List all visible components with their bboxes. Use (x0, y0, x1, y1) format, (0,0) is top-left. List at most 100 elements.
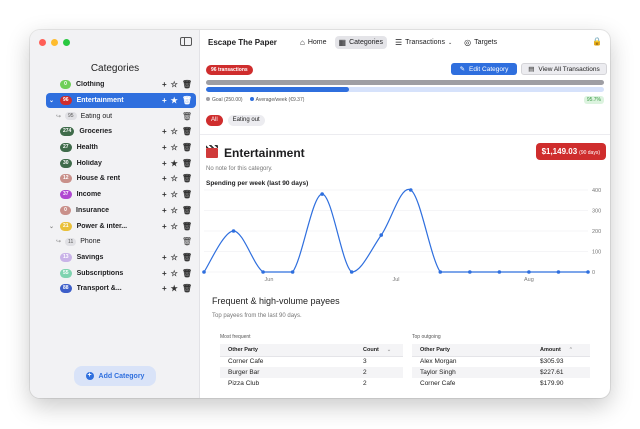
star-icon[interactable]: ☆ (171, 269, 178, 278)
star-icon[interactable]: ☆ (171, 143, 178, 152)
star-icon[interactable]: ☆ (171, 80, 178, 89)
category-item[interactable]: 0 Insurance + ☆ 🗑 (46, 203, 196, 219)
nav-home[interactable]: ⌂ Home (296, 36, 331, 49)
data-point[interactable] (438, 270, 443, 274)
column-header-party[interactable]: Other Party (412, 344, 532, 357)
category-item[interactable]: 37 Income + ☆ 🗑 (46, 187, 196, 203)
filter-chips: All Eating out (206, 115, 265, 126)
filter-chip[interactable]: Eating out (227, 115, 265, 126)
column-header-amount[interactable]: Amount ⌃ (532, 344, 590, 357)
nav-targets-label: Targets (474, 39, 498, 46)
filter-chip[interactable]: All (206, 115, 223, 126)
data-point[interactable] (290, 270, 295, 274)
edit-category-button[interactable]: ✎ Edit Category (451, 63, 517, 75)
data-point[interactable] (349, 270, 354, 274)
trash-icon[interactable]: 🗑 (182, 190, 192, 199)
category-item[interactable]: 55 Subscriptions + ☆ 🗑 (46, 265, 196, 281)
view-all-transactions-button[interactable]: ▤ View All Transactions (521, 63, 607, 75)
category-item[interactable]: 13 Savings + ☆ 🗑 (46, 250, 196, 266)
trash-icon[interactable]: 🗑 (182, 222, 192, 231)
trash-icon[interactable]: 🗑 (182, 96, 192, 105)
trash-icon[interactable]: 🗑 (182, 174, 192, 183)
star-filled-icon[interactable]: ★ (171, 284, 178, 293)
data-point[interactable] (261, 270, 265, 274)
star-icon[interactable]: ☆ (171, 174, 178, 183)
plus-icon[interactable]: + (162, 143, 167, 152)
trash-icon[interactable]: 🗑 (182, 80, 192, 89)
data-point[interactable] (231, 229, 236, 233)
trash-icon[interactable]: 🗑 (182, 284, 192, 293)
data-point[interactable] (556, 270, 561, 274)
plus-icon[interactable]: + (162, 159, 167, 168)
table-row[interactable]: Corner Cafe 3 (220, 356, 403, 367)
lock-icon[interactable]: 🔒 (592, 37, 602, 46)
star-icon[interactable]: ☆ (171, 222, 178, 231)
chevron-down-icon[interactable]: ⌄ (49, 97, 54, 104)
sidebar: Categories 0 Clothing + ☆ 🗑 ⌄ 96 Entertainment +… (30, 30, 200, 398)
data-point[interactable] (379, 233, 384, 237)
data-point[interactable] (408, 188, 413, 192)
data-point[interactable] (527, 270, 531, 274)
zoom-button[interactable] (63, 39, 70, 46)
category-item[interactable]: 274 Groceries + ☆ 🗑 (46, 124, 196, 140)
plus-icon[interactable]: + (162, 253, 167, 262)
table-row[interactable]: Corner Cafe $179.90 (412, 378, 590, 389)
subcategory-item[interactable]: ↪ 95 Eating out 🗑 (46, 108, 196, 124)
trash-icon[interactable]: 🗑 (182, 253, 192, 262)
plus-icon[interactable]: + (162, 206, 167, 215)
top-outgoing-section: Top outgoing Other Party Amount ⌃ Alex Mo… (412, 334, 590, 389)
table-cell: Pizza Club (228, 380, 260, 387)
data-point[interactable] (586, 270, 590, 274)
star-icon[interactable]: ☆ (171, 190, 178, 199)
trash-icon[interactable]: 🗑 (182, 159, 192, 168)
category-item[interactable]: 27 Health + ☆ 🗑 (46, 140, 196, 156)
plus-icon[interactable]: + (162, 269, 167, 278)
data-point[interactable] (202, 270, 206, 274)
table-row[interactable]: Pizza Club 2 (220, 378, 403, 389)
data-point[interactable] (497, 270, 502, 274)
percent-badge: 95.7% (583, 96, 604, 104)
chevron-down-icon[interactable]: ⌄ (49, 223, 54, 230)
table-row[interactable]: Alex Morgan $305.93 (412, 356, 590, 367)
data-point[interactable] (320, 192, 324, 196)
plus-icon[interactable]: + (162, 190, 167, 199)
sidebar-title: Categories (90, 63, 140, 74)
plus-icon[interactable]: + (162, 96, 167, 105)
plus-icon[interactable]: + (162, 174, 167, 183)
category-item[interactable]: 12 House & rent + ☆ 🗑 (46, 171, 196, 187)
sidebar-toggle-icon[interactable] (180, 37, 192, 46)
star-filled-icon[interactable]: ★ (171, 159, 178, 168)
category-item[interactable]: 30 Holiday + ★ 🗑 (46, 155, 196, 171)
trash-icon[interactable]: 🗑 (182, 269, 192, 278)
star-icon[interactable]: ☆ (171, 253, 178, 262)
trash-icon[interactable]: 🗑 (182, 143, 192, 152)
category-item[interactable]: ⌄ 96 Entertainment + ★ 🗑 (46, 92, 196, 109)
star-filled-icon[interactable]: ★ (171, 96, 178, 105)
category-item[interactable]: 0 Clothing + ☆ 🗑 (46, 77, 196, 93)
nav-categories[interactable]: ▦ Categories (334, 36, 387, 49)
trash-icon[interactable]: 🗑 (182, 237, 192, 246)
column-header-count[interactable]: Count ⌄ (355, 344, 403, 357)
plus-icon[interactable]: + (162, 80, 167, 89)
star-icon[interactable]: ☆ (171, 127, 178, 136)
table-row[interactable]: Burger Bar 2 (220, 367, 403, 378)
subcategory-item[interactable]: ↪ 11 Phone 🗑 (46, 234, 196, 250)
plus-icon[interactable]: + (162, 284, 167, 293)
nav-targets[interactable]: ◎ Targets (460, 36, 501, 49)
data-point[interactable] (468, 270, 472, 274)
transactions-count-badge[interactable]: 96 transactions (206, 65, 253, 75)
add-category-button[interactable]: + Add Category (74, 366, 156, 386)
plus-icon[interactable]: + (162, 222, 167, 231)
column-header-party[interactable]: Other Party (220, 344, 355, 357)
minimize-button[interactable] (51, 39, 58, 46)
table-row[interactable]: Taylor Singh $227.61 (412, 367, 590, 378)
category-item[interactable]: ⌄ 21 Power & inter... + ☆ 🗑 (46, 218, 196, 234)
trash-icon[interactable]: 🗑 (182, 206, 192, 215)
category-item[interactable]: 88 Transport &... + ★ 🗑 (46, 281, 196, 297)
nav-transactions[interactable]: ☰ Transactions ⌄ (391, 36, 456, 49)
trash-icon[interactable]: 🗑 (182, 112, 192, 121)
close-button[interactable] (39, 39, 46, 46)
plus-icon[interactable]: + (162, 127, 167, 136)
trash-icon[interactable]: 🗑 (182, 127, 192, 136)
star-icon[interactable]: ☆ (171, 206, 178, 215)
